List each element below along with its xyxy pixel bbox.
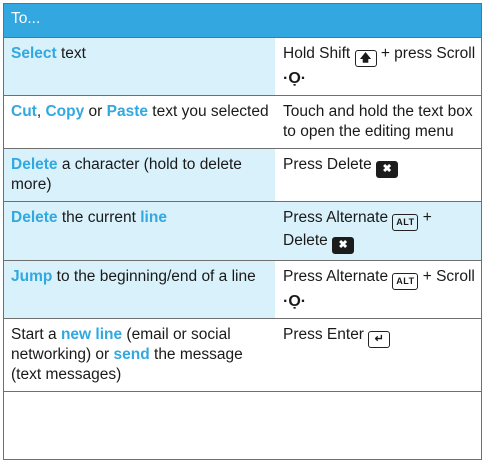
scroll-icon: ·Ọ· [283,293,307,310]
task-text: Start a [11,326,61,343]
scroll-icon: ·Ọ· [283,70,307,87]
action-text: Hold Shift [283,45,355,62]
shift-up-arrow-key-icon: 🡅 [354,50,377,67]
task-text: the current [57,209,141,226]
task-cell: Jump to the beginning/end of a line [3,260,275,319]
action-cell: Press Delete ✖ [275,148,483,202]
delete-key-icon: ✖ [376,161,399,178]
delete-key-icon: ✖ [332,237,355,254]
action-text: + press Scroll [376,45,476,62]
keyword: Jump [11,268,53,285]
keyword: Select [11,45,57,62]
action-text: Touch and hold the text box to open the … [283,103,473,140]
task-text: or [84,103,107,120]
action-text: Press Enter [283,326,369,343]
table-row: Start a new line (email or social networ… [3,318,483,392]
keyword: line [140,209,167,226]
task-cell: Cut, Copy or Paste text you selected [3,95,275,149]
keyword: Delete [11,156,58,173]
keyword: Cut [11,103,37,120]
action-cell: Press Alternate ALT + Scroll ·Ọ· [275,260,483,319]
task-cell: Delete a character (hold to delete more) [3,148,275,202]
action-cell: Touch and hold the text box to open the … [275,95,483,149]
action-cell: Hold Shift 🡅 + press Scroll ·Ọ· [275,37,483,96]
keyword: Delete [11,209,58,226]
enter-key-icon: ↵ [368,331,391,348]
task-text: to the beginning/end of a line [52,268,256,285]
table-row: Select text Hold Shift 🡅 + press Scroll … [3,37,483,96]
alt-key-icon: ALT [392,273,419,290]
action-text: Press Alternate [283,268,393,285]
task-cell: Delete the current line [3,201,275,261]
action-text: Press Delete [283,156,377,173]
table-header-label: To... [3,3,483,38]
table-header-row: To... [3,3,483,38]
action-text: Press Alternate [283,209,393,226]
keyword: Copy [45,103,85,120]
action-cell: Press Alternate ALT + Delete ✖ [275,201,483,261]
keyword: Paste [106,103,148,120]
text-entry-shortcuts-table: To... Select text Hold Shift 🡅 + press S… [3,3,483,392]
keyword: send [113,346,150,363]
action-cell: Press Enter ↵ [275,318,483,392]
shortcut-table-frame: To... Select text Hold Shift 🡅 + press S… [0,0,486,463]
task-text: text [56,45,86,62]
table-row: Delete a character (hold to delete more)… [3,148,483,202]
table-row: Cut, Copy or Paste text you selected Tou… [3,95,483,149]
keyword: new line [60,326,123,343]
table-row: Jump to the beginning/end of a line Pres… [3,260,483,319]
task-cell: Start a new line (email or social networ… [3,318,275,392]
action-text: + Scroll [418,268,475,285]
task-text: text you selected [147,103,269,120]
alt-key-icon: ALT [392,214,419,231]
table-row: Delete the current line Press Alternate … [3,201,483,261]
task-cell: Select text [3,37,275,96]
